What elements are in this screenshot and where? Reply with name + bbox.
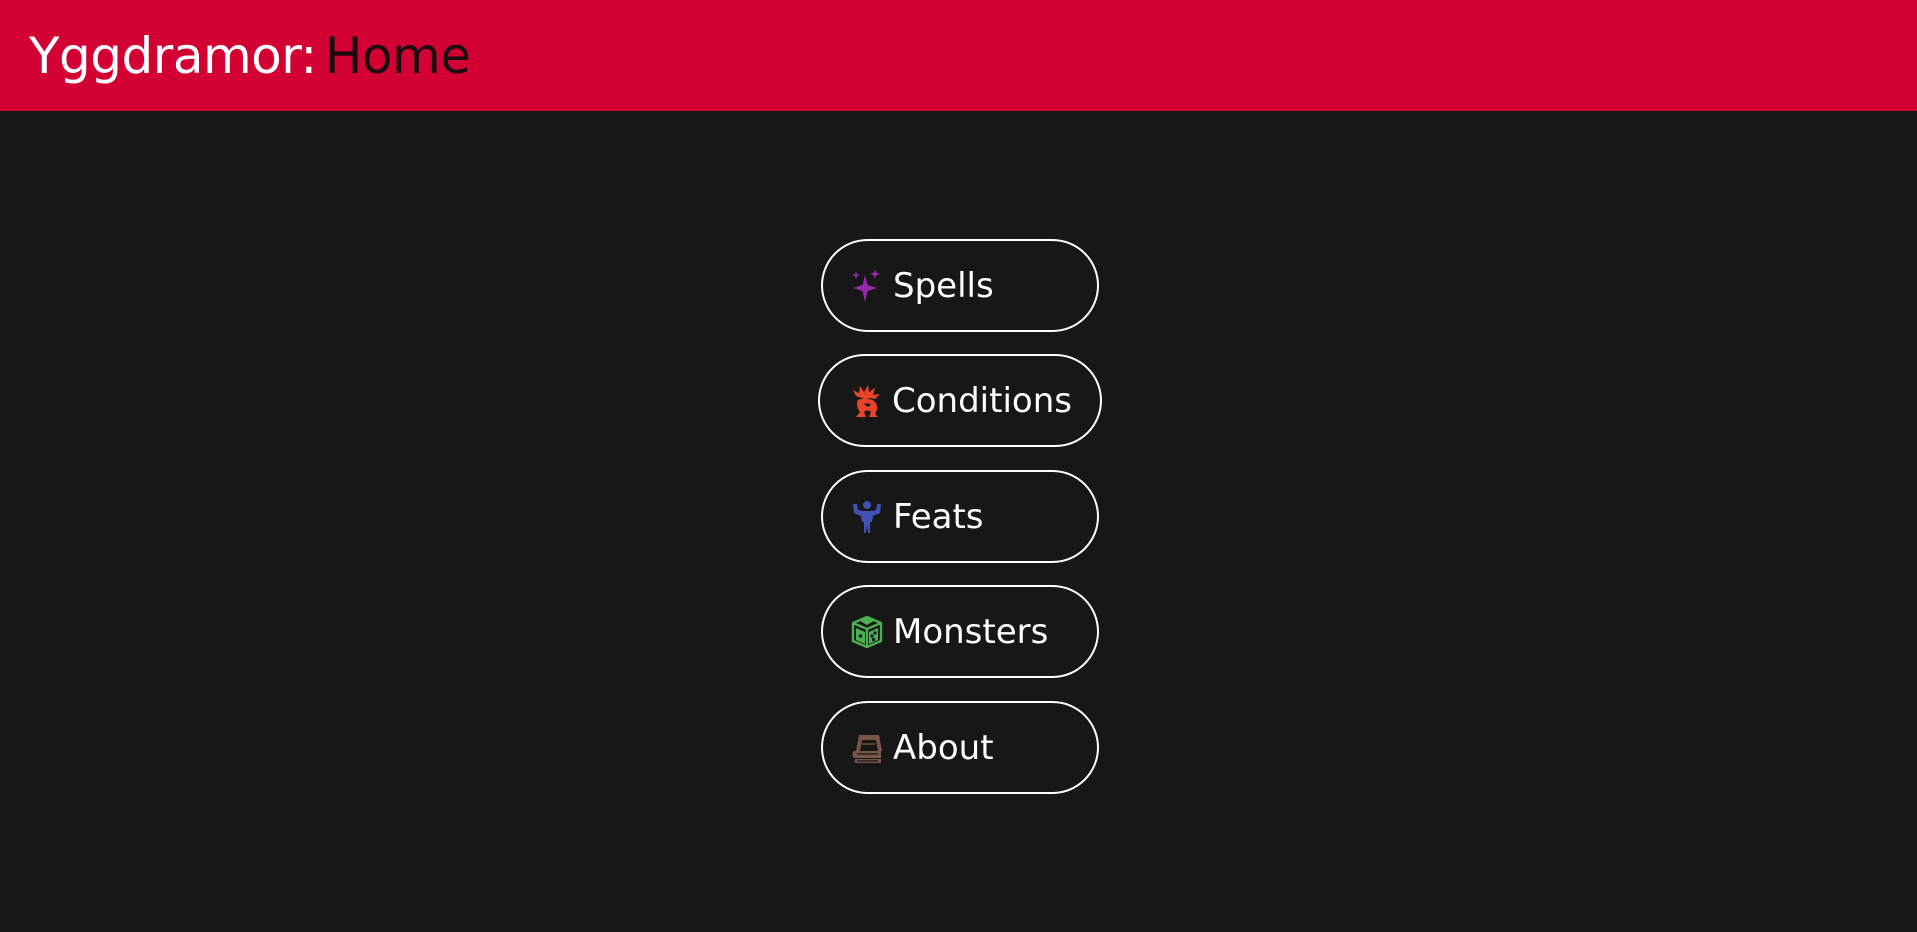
feats-label: Feats (893, 496, 984, 537)
conditions-label: Conditions (892, 380, 1072, 421)
book-icon (851, 731, 883, 765)
conditions-button[interactable]: Conditions (818, 354, 1102, 447)
strongman-icon (851, 500, 883, 534)
main-navigation: Spells Conditions Feats Monsters About (0, 0, 1917, 932)
sparkles-icon (851, 268, 883, 303)
feats-button[interactable]: Feats (821, 470, 1099, 563)
spells-label: Spells (893, 265, 994, 306)
burning-creature-icon (850, 384, 882, 418)
spells-button[interactable]: Spells (821, 239, 1099, 332)
about-button[interactable]: About (821, 701, 1099, 794)
about-label: About (893, 727, 994, 768)
monsters-button[interactable]: Monsters (821, 585, 1099, 678)
monsters-label: Monsters (893, 611, 1049, 652)
dice-cube-icon (851, 615, 883, 649)
